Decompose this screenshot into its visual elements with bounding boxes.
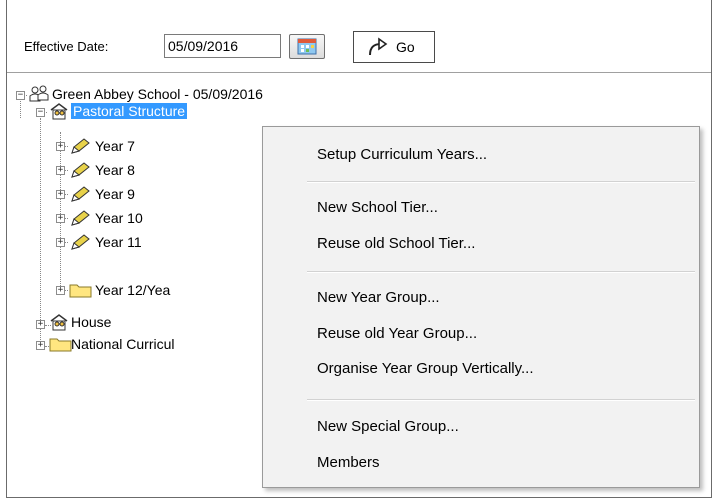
tree-label-year: Year 8: [95, 162, 135, 178]
menu-item-members[interactable]: Members: [263, 450, 699, 476]
house-people-icon: [50, 314, 68, 331]
menu-item-setup-curriculum-years[interactable]: Setup Curriculum Years...: [263, 142, 699, 168]
menu-item-organise-year-group-vertically[interactable]: Organise Year Group Vertically...: [263, 356, 699, 382]
expand-toggle[interactable]: +: [36, 341, 45, 350]
tree-label-year: Year 7: [95, 138, 135, 154]
folder-icon: [69, 284, 92, 298]
go-label: Go: [396, 39, 415, 55]
expand-toggle[interactable]: +: [56, 214, 65, 223]
calendar-icon: [297, 38, 317, 55]
menu-item-new-school-tier[interactable]: New School Tier...: [263, 195, 699, 221]
go-button[interactable]: Go: [353, 31, 435, 63]
pencil-icon: [71, 210, 90, 226]
menu-separator: [307, 181, 695, 183]
expand-toggle[interactable]: +: [56, 166, 65, 175]
context-menu: Setup Curriculum Years... New School Tie…: [262, 126, 700, 488]
menu-item-reuse-old-year-group[interactable]: Reuse old Year Group...: [263, 321, 699, 347]
expand-toggle[interactable]: +: [56, 238, 65, 247]
tree-label-house: House: [71, 314, 112, 330]
window-frame: Effective Date: Go: [6, 0, 712, 498]
tree-label-year: Year 10: [95, 210, 143, 226]
expand-toggle[interactable]: +: [56, 286, 65, 295]
effective-date-label: Effective Date:: [24, 39, 109, 54]
pencil-icon: [71, 138, 90, 154]
calendar-button[interactable]: [289, 34, 325, 59]
pencil-icon: [71, 234, 90, 250]
folder-icon: [49, 338, 72, 352]
tree-label-national-curriculum: National Curricul: [71, 336, 175, 352]
expand-toggle[interactable]: +: [36, 320, 45, 329]
effective-date-input[interactable]: [164, 34, 281, 58]
toolbar: Effective Date: Go: [7, 0, 711, 73]
expand-toggle[interactable]: +: [56, 190, 65, 199]
collapse-toggle[interactable]: −: [16, 91, 25, 100]
menu-separator: [307, 271, 695, 273]
expand-toggle[interactable]: +: [56, 142, 65, 151]
redo-arrow-icon: [369, 37, 388, 56]
tree-label-year: Year 12/Yea: [95, 282, 171, 298]
house-people-icon: [50, 103, 68, 120]
school-people-icon: [29, 85, 49, 102]
menu-item-reuse-old-school-tier[interactable]: Reuse old School Tier...: [263, 231, 699, 257]
tree-label-pastoral-structure: Pastoral Structure: [71, 103, 188, 119]
pencil-icon: [71, 162, 90, 178]
menu-separator: [307, 399, 695, 401]
menu-item-new-year-group[interactable]: New Year Group...: [263, 285, 699, 311]
pencil-icon: [71, 186, 90, 202]
tree-label-root: Green Abbey School - 05/09/2016: [52, 86, 263, 102]
menu-item-new-special-group[interactable]: New Special Group...: [263, 414, 699, 440]
tree-label-year: Year 11: [95, 234, 142, 250]
tree-label-year: Year 9: [95, 186, 135, 202]
collapse-toggle[interactable]: −: [36, 108, 45, 117]
